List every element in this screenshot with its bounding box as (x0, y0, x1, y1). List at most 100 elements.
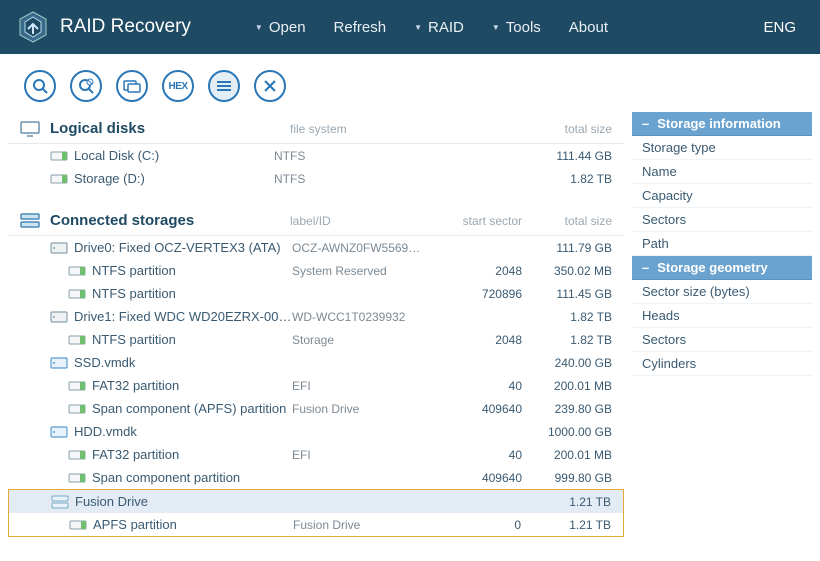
virtual-disk-icon (50, 357, 70, 369)
storage-name: Fusion Drive (71, 494, 293, 509)
storage-row[interactable]: FAT32 partitionEFI40200.01 MB (8, 374, 624, 397)
storage-start: 2048 (422, 264, 522, 278)
connected-storages-header: Connected storages label/ID start sector… (8, 204, 624, 236)
list-view-button[interactable] (208, 70, 240, 102)
menu-refresh[interactable]: Refresh (320, 19, 401, 36)
storage-label: WD-WCC1T0239932 (292, 310, 422, 324)
storage-size: 200.01 MB (522, 379, 612, 393)
storage-row[interactable]: Drive0: Fixed OCZ-VERTEX3 (ATA)OCZ-AWNZ0… (8, 236, 624, 259)
storage-name: NTFS partition (88, 286, 292, 301)
storage-size: 999.80 GB (522, 471, 612, 485)
close-icon (264, 80, 276, 92)
language-selector[interactable]: ENG (755, 19, 804, 36)
storage-size: 1000.00 GB (522, 425, 612, 439)
storage-name: FAT32 partition (88, 447, 292, 462)
magnifier-icon (32, 78, 48, 94)
storage-size: 111.45 GB (522, 287, 612, 301)
partition-icon (68, 334, 88, 346)
storage-start: 40 (422, 379, 522, 393)
storage-start: 720896 (422, 287, 522, 301)
monitor-icon (20, 121, 44, 137)
collapse-icon: – (642, 116, 649, 131)
storage-row[interactable]: NTFS partitionSystem Reserved2048350.02 … (8, 259, 624, 282)
col-start-sector: start sector (422, 214, 522, 228)
scan-button[interactable] (24, 70, 56, 102)
storage-label: OCZ-AWNZ0FW55696... (292, 241, 422, 255)
magnifier-stop-icon (78, 78, 94, 94)
storage-row[interactable]: HDD.vmdk 1000.00 GB (8, 420, 624, 443)
info-row: Sector size (bytes) (632, 280, 812, 304)
info-row: Sectors (632, 328, 812, 352)
virtual-disk-icon (50, 426, 70, 438)
disk-name: Local Disk (C:) (70, 148, 274, 163)
disk-image-icon (123, 79, 141, 93)
logical-rows: Local Disk (C:)NTFS111.44 GBStorage (D:)… (8, 144, 624, 190)
storage-size: 1.82 TB (522, 310, 612, 324)
storage-name: HDD.vmdk (70, 424, 292, 439)
storage-name: Span component (APFS) partition (88, 401, 292, 416)
storage-row[interactable]: SSD.vmdk240.00 GB (8, 351, 624, 374)
menu-open[interactable]: ▼Open (241, 19, 320, 36)
storage-size: 1.21 TB (521, 495, 611, 509)
menu-about[interactable]: About (555, 19, 622, 36)
storage-row[interactable]: FAT32 partitionEFI40200.01 MB (8, 443, 624, 466)
storage-size: 239.80 GB (522, 402, 612, 416)
fusion-drive-highlight: Fusion Drive1.21 TBAPFS partitionFusion … (8, 489, 624, 537)
panel-storage-info-header[interactable]: –Storage information (632, 112, 812, 136)
logical-disk-row[interactable]: Storage (D:)NTFS1.82 TB (8, 167, 624, 190)
storage-row[interactable]: NTFS partitionStorage20481.82 TB (8, 328, 624, 351)
info-row: Sectors (632, 208, 812, 232)
logical-disk-row[interactable]: Local Disk (C:)NTFS111.44 GB (8, 144, 624, 167)
partition-icon (68, 380, 88, 392)
storage-label: Fusion Drive (292, 402, 422, 416)
col-label: label/ID (290, 214, 422, 228)
hex-view-button[interactable]: HEX (162, 70, 194, 102)
logo-wrap: RAID Recovery (16, 10, 191, 44)
storage-name: Span component partition (88, 470, 292, 485)
info-row: Name (632, 160, 812, 184)
partition-icon (68, 449, 88, 461)
toolbar: HEX (0, 54, 820, 112)
hex-icon: HEX (168, 81, 187, 92)
storage-label: Fusion Drive (293, 518, 421, 532)
menu-raid[interactable]: ▼RAID (400, 19, 478, 36)
disk-icon (50, 150, 70, 162)
storage-name: APFS partition (89, 517, 293, 532)
disk-fs: NTFS (274, 172, 422, 186)
main-content: Logical disks file system total size Loc… (0, 112, 820, 557)
info-panel: –Storage information Storage typeNameCap… (632, 112, 812, 537)
storage-row[interactable]: APFS partitionFusion Drive01.21 TB (9, 513, 623, 536)
storage-name: NTFS partition (88, 263, 292, 278)
storage-name: FAT32 partition (88, 378, 292, 393)
virtual-disk-icon (51, 495, 71, 509)
info-row: Storage type (632, 136, 812, 160)
storage-row[interactable]: Span component (APFS) partitionFusion Dr… (8, 397, 624, 420)
storage-size: 111.79 GB (522, 241, 612, 255)
storage-start: 40 (422, 448, 522, 462)
chevron-down-icon: ▼ (492, 23, 500, 32)
storage-row[interactable]: NTFS partition 720896111.45 GB (8, 282, 624, 305)
storage-size: 240.00 GB (522, 356, 612, 370)
image-disk-button[interactable] (116, 70, 148, 102)
collapse-icon: – (642, 260, 649, 275)
storage-size: 1.82 TB (522, 333, 612, 347)
stop-scan-button[interactable] (70, 70, 102, 102)
storage-row[interactable]: Fusion Drive 1.21 TB (9, 490, 623, 513)
storage-row[interactable]: Drive1: Fixed WDC WD20EZRX-00DC...WD-WCC… (8, 305, 624, 328)
info-row: Capacity (632, 184, 812, 208)
storage-row[interactable]: Span component partition 409640999.80 GB (8, 466, 624, 489)
list-icon (217, 80, 231, 92)
panel-storage-geometry-header[interactable]: –Storage geometry (632, 256, 812, 280)
connected-rows: Drive0: Fixed OCZ-VERTEX3 (ATA)OCZ-AWNZ0… (8, 236, 624, 537)
storage-tree: Logical disks file system total size Loc… (8, 112, 624, 537)
storage-label: EFI (292, 379, 422, 393)
partition-icon (69, 519, 89, 531)
drive-icon (50, 242, 70, 254)
menu-tools[interactable]: ▼Tools (478, 19, 555, 36)
app-title: RAID Recovery (60, 16, 191, 38)
close-button[interactable] (254, 70, 286, 102)
storage-start: 409640 (422, 471, 522, 485)
storage-label: System Reserved (292, 264, 422, 278)
section-title: Logical disks (50, 120, 290, 137)
disk-size: 111.44 GB (522, 149, 612, 163)
